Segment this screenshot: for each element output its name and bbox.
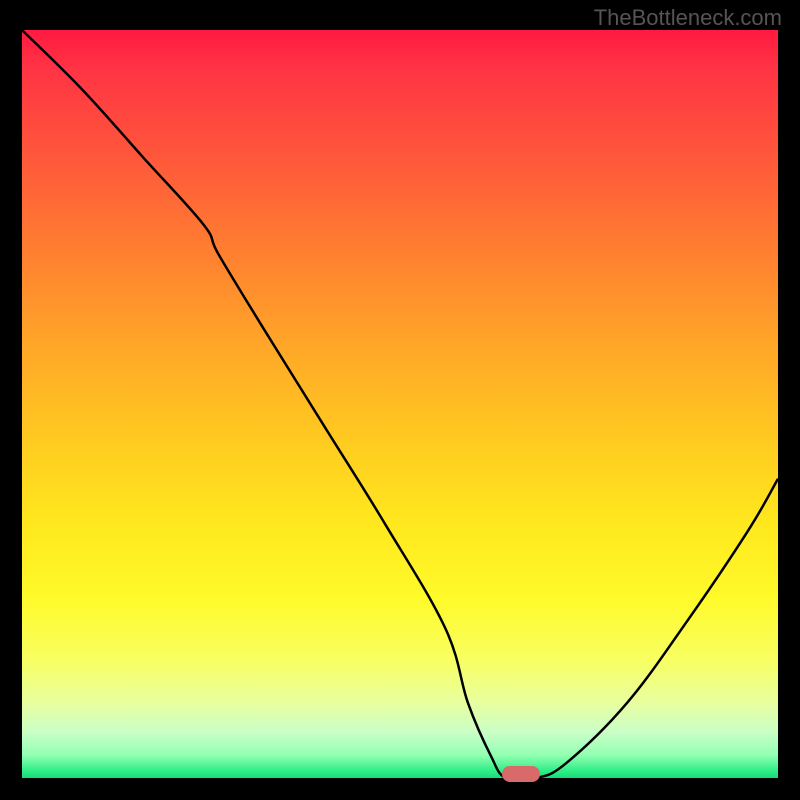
optimal-marker	[502, 766, 540, 782]
chart-plot-area	[22, 30, 778, 778]
watermark-text: TheBottleneck.com	[594, 5, 782, 31]
bottleneck-curve	[22, 30, 778, 778]
